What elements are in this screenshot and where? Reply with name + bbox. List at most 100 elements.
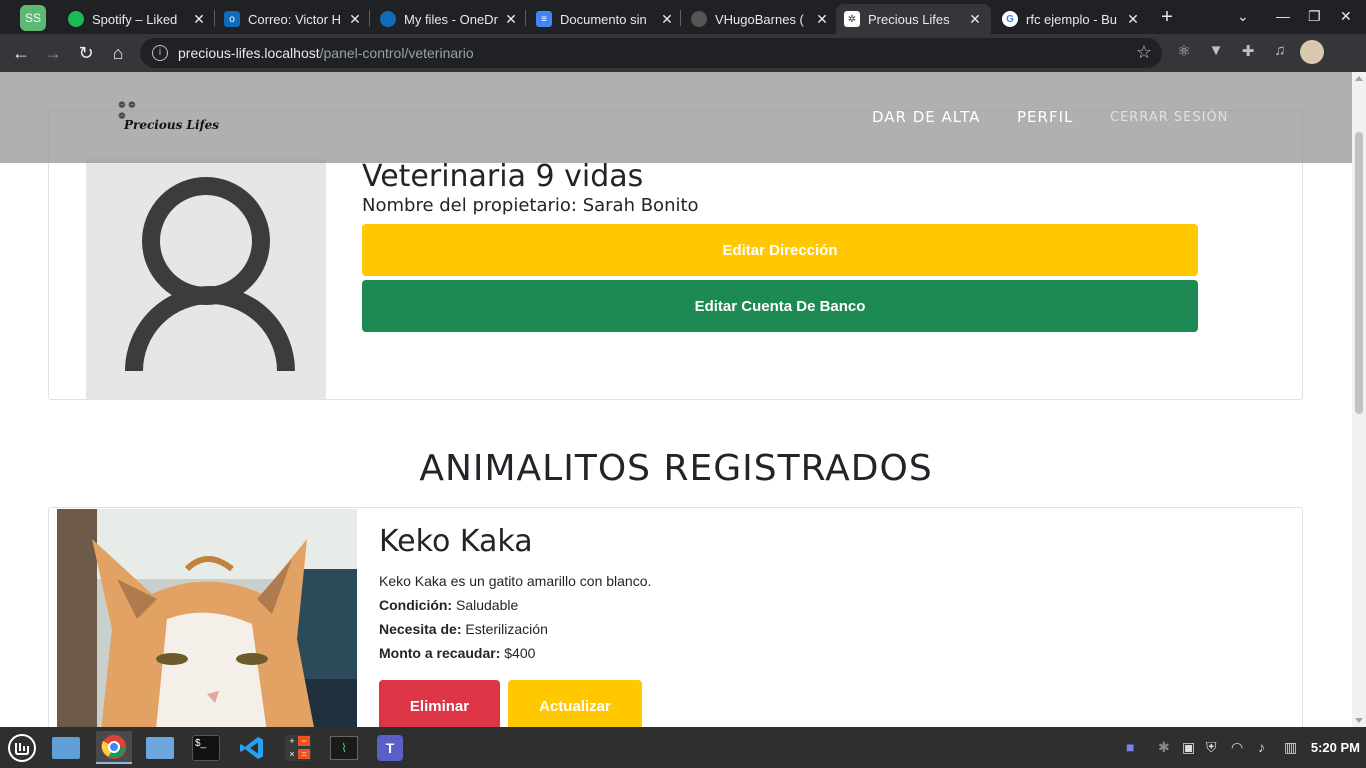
close-icon[interactable]: ✕: [659, 11, 675, 28]
files-icon[interactable]: [48, 731, 84, 764]
tab-label: Documento sin: [560, 11, 647, 27]
os-taskbar: $_ + − × = ⌇ T ■ ✱ ▣ ⛨ ◠ ♪ ▥ 5:20 PM: [0, 727, 1366, 768]
new-tab-button[interactable]: +: [1156, 6, 1178, 28]
tab-label: VHugoBarnes (: [715, 11, 804, 27]
react-devtools-icon[interactable]: ⚛: [1174, 42, 1194, 62]
teams-icon[interactable]: T: [372, 731, 408, 764]
tab-label: My files - OneDr: [404, 11, 498, 27]
tab-onedrive[interactable]: My files - OneDr ✕: [372, 4, 527, 34]
music-icon[interactable]: ♪: [1258, 739, 1265, 755]
tab-separator: [214, 10, 215, 26]
tab-label: rfc ejemplo - Bu: [1026, 11, 1118, 27]
vet-owner: Nombre del propietario: Sarah Bonito: [362, 195, 699, 216]
terminal-icon[interactable]: $_: [188, 731, 224, 764]
needs-label: Necesita de:: [379, 621, 462, 637]
nav-dar-de-alta[interactable]: DAR DE ALTA: [872, 108, 980, 126]
battery-icon[interactable]: ▥: [1284, 739, 1297, 756]
clipboard-icon[interactable]: ▣: [1182, 739, 1195, 756]
tab-separator: [680, 10, 681, 26]
bookmark-star-icon[interactable]: ☆: [1136, 42, 1152, 63]
reload-icon[interactable]: ↻: [75, 42, 97, 64]
media-control-icon[interactable]: ♫: [1270, 42, 1290, 62]
tab-github[interactable]: VHugoBarnes ( ✕: [683, 4, 838, 34]
update-button[interactable]: Actualizar: [508, 680, 642, 727]
address-bar[interactable]: i precious-lifes.localhost/panel-control…: [140, 38, 1162, 68]
avatar[interactable]: [1300, 40, 1324, 64]
home-icon[interactable]: ⌂: [107, 42, 129, 64]
system-monitor-icon[interactable]: ⌇: [326, 731, 362, 764]
spotify-icon: [68, 11, 84, 27]
close-icon[interactable]: ✕: [1125, 11, 1141, 28]
tab-docs[interactable]: ≡ Documento sin ✕: [528, 4, 683, 34]
google-icon: G: [1002, 11, 1018, 27]
scrollbar-thumb[interactable]: [1355, 132, 1363, 414]
vscode-icon[interactable]: [234, 731, 270, 764]
needs-value: Esterilización: [465, 621, 548, 637]
window-close-icon[interactable]: ✕: [1340, 8, 1352, 25]
browser-tab-bar: SS Spotify – Liked ✕ o Correo: Victor H …: [0, 0, 1366, 34]
tab-separator: [369, 10, 370, 26]
tab-label: Precious Lifes: [868, 11, 950, 27]
delete-button[interactable]: Eliminar: [379, 680, 500, 727]
animal-name: Keko Kaka: [379, 524, 533, 559]
close-icon[interactable]: ✕: [814, 11, 830, 28]
url-path: /panel-control/veterinario: [319, 45, 474, 61]
tab-precious-lifes[interactable]: ✲ Precious Lifes ✕: [836, 4, 991, 34]
nav-cerrar-sesion[interactable]: CERRAR SESIÓN: [1110, 110, 1228, 125]
chrome-icon[interactable]: [96, 731, 132, 764]
animal-description: Keko Kaka es un gatito amarillo con blan…: [379, 573, 652, 589]
edit-bank-account-button[interactable]: Editar Cuenta De Banco: [362, 280, 1198, 332]
mint-menu-icon[interactable]: [4, 731, 40, 764]
amount-value: $400: [504, 645, 536, 661]
url-host: precious-lifes.localhost: [178, 45, 320, 61]
close-icon[interactable]: ✕: [967, 11, 983, 28]
scroll-down-icon[interactable]: [1355, 718, 1363, 723]
extensions-icon[interactable]: ✚: [1238, 42, 1258, 62]
animal-needs: Necesita de: Esterilización: [379, 621, 548, 637]
close-icon[interactable]: ✕: [503, 11, 519, 28]
tab-label: Correo: Victor H: [248, 11, 341, 27]
scroll-up-icon[interactable]: [1355, 76, 1363, 81]
bluetooth-icon[interactable]: ✱: [1158, 739, 1170, 756]
tab-separator: [525, 10, 526, 26]
vue-devtools-icon[interactable]: ▼: [1206, 42, 1226, 62]
page-viewport: Veterinaria 9 vidas Nombre del propietar…: [0, 72, 1352, 727]
forward-icon[interactable]: →: [42, 42, 64, 64]
tab-google[interactable]: G rfc ejemplo - Bu ✕: [994, 4, 1149, 34]
close-icon[interactable]: ✕: [347, 11, 363, 28]
paw-icon: ✲: [844, 11, 860, 27]
onedrive-icon: [380, 11, 396, 27]
animal-amount: Monto a recaudar: $400: [379, 645, 535, 661]
github-icon: [691, 11, 707, 27]
back-icon[interactable]: ←: [10, 42, 32, 64]
amount-label: Monto a recaudar:: [379, 645, 501, 661]
teams-tray-icon[interactable]: ■: [1126, 739, 1134, 755]
shield-icon[interactable]: ⛨: [1206, 739, 1217, 756]
folder-icon[interactable]: [142, 731, 178, 764]
tab-outlook[interactable]: o Correo: Victor H ✕: [216, 4, 371, 34]
edit-address-button[interactable]: Editar Dirección: [362, 224, 1198, 276]
tab-search-icon[interactable]: ⌄: [1237, 8, 1249, 25]
section-title: ANIMALITOS REGISTRADOS: [419, 448, 933, 489]
maximize-icon[interactable]: ❐: [1308, 8, 1321, 25]
browser-toolbar: ← → ↻ ⌂ i precious-lifes.localhost/panel…: [0, 34, 1366, 72]
profile-chip[interactable]: SS: [20, 5, 46, 31]
info-icon[interactable]: i: [152, 45, 168, 61]
clock[interactable]: 5:20 PM: [1311, 740, 1360, 755]
site-navbar: ❁ ❁ ❁ Precious Lifes DAR DE ALTA PERFIL C…: [0, 72, 1352, 163]
user-icon: [125, 177, 295, 372]
tab-label: Spotify – Liked: [92, 11, 178, 27]
condition-label: Condición:: [379, 597, 453, 613]
nav-perfil[interactable]: PERFIL: [1017, 108, 1073, 126]
close-icon[interactable]: ✕: [191, 11, 207, 28]
site-logo[interactable]: Precious Lifes: [124, 118, 219, 132]
calculator-icon[interactable]: + − × =: [280, 731, 316, 764]
vet-name: Veterinaria 9 vidas: [362, 159, 644, 194]
outlook-icon: o: [224, 11, 240, 27]
tab-spotify[interactable]: Spotify – Liked ✕: [60, 4, 215, 34]
docs-icon: ≡: [536, 11, 552, 27]
condition-value: Saludable: [456, 597, 519, 613]
page-scrollbar[interactable]: [1352, 72, 1366, 727]
wifi-icon[interactable]: ◠: [1231, 739, 1243, 756]
minimize-icon[interactable]: —: [1276, 8, 1290, 24]
